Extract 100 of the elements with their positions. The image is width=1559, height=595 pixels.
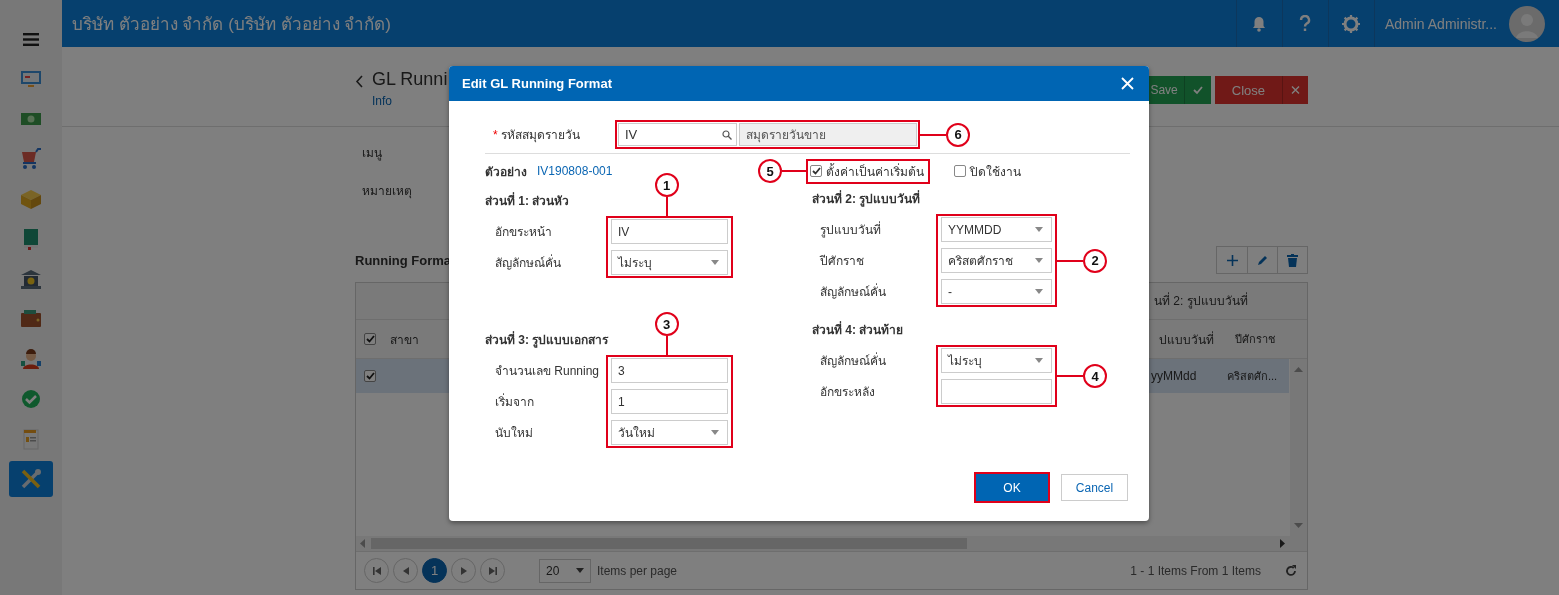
bell-icon bbox=[1252, 15, 1267, 32]
table-cell-text: yyMMdd bbox=[1150, 369, 1198, 383]
required-mark: * bbox=[493, 128, 498, 142]
section-title: Running Forma bbox=[355, 252, 452, 268]
next-icon bbox=[460, 566, 467, 575]
first-page-icon bbox=[372, 566, 381, 575]
callout-number: 2 bbox=[1083, 248, 1107, 273]
refresh-icon[interactable] bbox=[1285, 564, 1297, 577]
field-label: * รหัสสมุดรายวัน bbox=[492, 127, 581, 144]
checkbox-label[interactable]: ปิดใช้งาน bbox=[970, 161, 1021, 181]
section-heading: ส่วนที่ 3: รูปแบบเอกสาร bbox=[485, 330, 609, 347]
field-label: สัญลักษณ์คั่น bbox=[820, 282, 887, 301]
section-heading: ส่วนที่ 1: ส่วนหัว bbox=[485, 191, 570, 208]
page-size-select[interactable]: 20 bbox=[539, 558, 591, 583]
field-label: จำนวนเลข Running bbox=[495, 363, 601, 380]
field-label: อักขระหน้า bbox=[495, 224, 553, 241]
caret-icon bbox=[1035, 227, 1043, 232]
field-label: สัญลักษณ์คั่น bbox=[820, 351, 887, 370]
vertical-scrollbar[interactable] bbox=[1290, 359, 1307, 536]
back-icon[interactable] bbox=[355, 75, 363, 88]
last-page-button[interactable] bbox=[480, 558, 505, 583]
sample-label: ตัวอย่าง bbox=[485, 163, 527, 181]
next-page-button[interactable] bbox=[451, 558, 476, 583]
input-field[interactable] bbox=[941, 379, 1052, 404]
section-heading: ส่วนที่ 4: ส่วนท้าย bbox=[812, 320, 904, 337]
scroll-left-icon[interactable] bbox=[360, 539, 365, 548]
callout-number: 1 bbox=[654, 173, 679, 197]
field-label: เมนู bbox=[362, 145, 382, 162]
scroll-down-icon[interactable] bbox=[1294, 523, 1303, 528]
page-size-label: Items per page bbox=[597, 563, 678, 578]
callout-number: 3 bbox=[654, 312, 679, 336]
pager-summary: 1 - 1 Items From 1 Items bbox=[1130, 563, 1261, 578]
book-icon bbox=[22, 228, 40, 250]
checkbox[interactable] bbox=[954, 165, 966, 177]
input-field[interactable]: IV bbox=[611, 219, 728, 244]
company-title: บริษัท ตัวอย่าง จำกัด (บริษัท ตัวอย่าง จำกัด) bbox=[71, 14, 392, 36]
menu-icon[interactable] bbox=[23, 33, 39, 46]
field-label: เริ่มจาก bbox=[495, 392, 535, 411]
select-field[interactable]: ไม่ระบุ bbox=[941, 348, 1052, 373]
caret-icon bbox=[576, 568, 584, 573]
sidebar-item[interactable] bbox=[9, 461, 53, 497]
previous-icon bbox=[402, 566, 409, 575]
settings-icon bbox=[1342, 14, 1361, 33]
journal-code-field[interactable]: IV bbox=[618, 123, 737, 146]
help-icon bbox=[1299, 15, 1312, 32]
field-label: สัญลักษณ์คั่น bbox=[495, 253, 562, 272]
person-icon bbox=[20, 349, 42, 369]
scroll-up-icon[interactable] bbox=[1294, 367, 1303, 372]
check-icon bbox=[21, 389, 41, 409]
caret-icon bbox=[1035, 289, 1043, 294]
dialog-title: Edit GL Running Format bbox=[462, 76, 612, 91]
previous-page-button[interactable] bbox=[393, 558, 418, 583]
caret-icon bbox=[1035, 258, 1043, 263]
input-field[interactable]: 1 bbox=[611, 389, 728, 414]
field-label: รูปแบบวันที่ bbox=[820, 220, 882, 240]
callout-number: 5 bbox=[758, 159, 782, 183]
box-icon bbox=[20, 189, 42, 209]
sample-value: IV190808-001 bbox=[537, 164, 613, 178]
document-icon bbox=[22, 428, 40, 450]
select-field[interactable]: ไม่ระบุ bbox=[611, 250, 728, 275]
caret-icon bbox=[711, 260, 719, 265]
page-title: GL Runni bbox=[372, 69, 448, 90]
caret-icon bbox=[711, 430, 719, 435]
last-page-icon bbox=[488, 566, 497, 575]
checkbox[interactable] bbox=[364, 333, 376, 345]
cart-icon bbox=[20, 148, 42, 170]
column-header[interactable]: ปีศักราช bbox=[1235, 330, 1289, 348]
avatar-icon[interactable] bbox=[1509, 5, 1545, 42]
trash-icon bbox=[1287, 253, 1298, 267]
horizontal-scrollbar[interactable] bbox=[356, 536, 1307, 551]
select-field[interactable]: วันใหม่ bbox=[611, 420, 728, 445]
tools-icon bbox=[20, 468, 42, 490]
scroll-right-icon[interactable] bbox=[1280, 539, 1285, 548]
bank-icon bbox=[20, 269, 42, 289]
cancel-button[interactable]: Cancel bbox=[1061, 474, 1128, 501]
input-field[interactable]: 3 bbox=[611, 358, 728, 383]
search-icon bbox=[722, 129, 732, 140]
banknote-icon bbox=[20, 112, 42, 126]
field-label: ปีศักราช bbox=[820, 253, 865, 270]
select-field[interactable]: - bbox=[941, 279, 1052, 304]
page-subtitle: Info bbox=[372, 94, 393, 108]
field-label: หมายเหตุ bbox=[362, 183, 412, 200]
close-icon[interactable] bbox=[1121, 77, 1134, 90]
ok-button[interactable]: OK bbox=[976, 474, 1048, 501]
first-page-button[interactable] bbox=[364, 558, 389, 583]
callout-number: 4 bbox=[1083, 364, 1107, 388]
column-header[interactable]: ปแบบวันที่ bbox=[1151, 329, 1235, 349]
monitor-icon bbox=[20, 70, 42, 88]
callout-number: 6 bbox=[946, 122, 970, 147]
field-label: นับใหม่ bbox=[495, 425, 534, 442]
checkbox[interactable] bbox=[364, 370, 376, 382]
plus-icon bbox=[1226, 254, 1238, 266]
journal-name-field: สมุดรายวันขาย bbox=[739, 123, 917, 146]
field-label: อักขระหลัง bbox=[820, 384, 876, 401]
checkbox[interactable] bbox=[810, 165, 822, 177]
table-cell-text: คริสตศัก... bbox=[1227, 369, 1279, 384]
pencil-icon bbox=[1256, 254, 1269, 266]
select-field[interactable]: YYMMDD bbox=[941, 217, 1052, 242]
select-field[interactable]: คริสตศักราช bbox=[941, 248, 1052, 273]
wallet-icon bbox=[20, 310, 42, 328]
